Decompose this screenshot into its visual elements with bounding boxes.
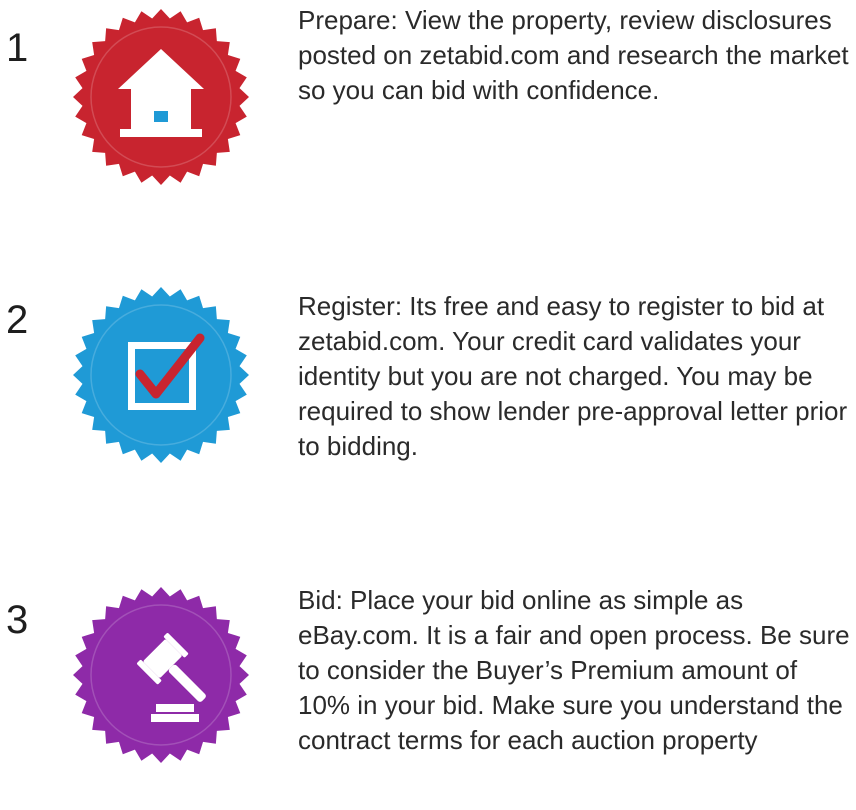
step-badge-register (72, 286, 250, 464)
step-badge-bid (72, 586, 250, 764)
step-number: 1 (6, 26, 29, 70)
step-number: 2 (6, 298, 29, 342)
checkbox-icon (73, 287, 249, 463)
step-badge-prepare (72, 8, 250, 186)
step-description: Bid: Place your bid online as simple as … (298, 585, 850, 755)
house-base (120, 129, 202, 137)
gavel-block-top (156, 704, 194, 712)
step-description: Register: Its free and easy to register … (298, 291, 848, 461)
house-icon (73, 9, 249, 185)
step-number: 3 (6, 598, 29, 642)
gavel-block-base (151, 714, 199, 722)
gavel-icon (73, 587, 249, 763)
step-description: Prepare: View the property, review discl… (298, 5, 849, 105)
house-window (154, 111, 168, 122)
